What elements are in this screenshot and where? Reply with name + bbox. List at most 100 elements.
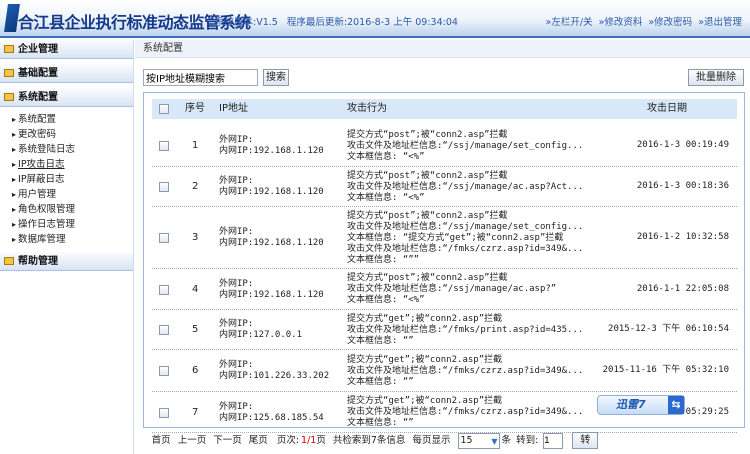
sidebar-section-enterprise[interactable]: 企业管理: [0, 40, 133, 59]
ip-cell: 外网IP: 内网IP:101.226.33.202: [219, 360, 329, 382]
pagination: 首页 上一页 下一页 尾页 页次: 1/1页 共检索到7条信息 每页显示 15 ▼ 条…: [0, 432, 750, 450]
batch-delete-button[interactable]: 批量删除: [688, 69, 744, 86]
toggle-sidebar-link[interactable]: »左栏开/关: [546, 17, 593, 28]
sidebar-section-help[interactable]: 帮助管理: [0, 252, 133, 271]
row-checkbox[interactable]: [159, 141, 169, 151]
external-ip: 外网IP:: [219, 135, 254, 145]
sidebar: 企业管理 基础配置 系统配置 系统配置更改密码系统登陆日志 IP攻击日志 IP屏蔽日…: [0, 40, 134, 454]
folder-icon: [4, 69, 14, 77]
action-line: 攻击文件及地址栏信息:“/fmks/czrz.asp?id=349&...: [347, 365, 584, 376]
action-line: 提交方式“get”;被“conn2.asp”拦截: [347, 313, 503, 324]
attack-date: 2016-1-2 10:32:58: [636, 232, 729, 242]
section-label: 基础配置: [18, 68, 58, 79]
sidebar-item[interactable]: 系统配置: [0, 112, 133, 127]
external-ip: 外网IP:: [219, 176, 254, 186]
sidebar-item[interactable]: IP屏蔽日志: [0, 172, 133, 187]
ip-cell: 外网IP: 内网IP:192.168.1.120: [219, 227, 324, 249]
sidebar-item-label: 系统登陆日志: [18, 144, 76, 155]
select-all-checkbox[interactable]: [159, 104, 169, 114]
action-cell: 提交方式“post”;被“conn2.asp”拦截 攻击文件及地址栏信息:“/ss…: [347, 273, 556, 306]
sidebar-item-label: 更改密码: [18, 129, 57, 140]
page-value: 1/1: [301, 435, 317, 446]
row-checkbox[interactable]: [159, 325, 169, 335]
table-row: 3 外网IP: 内网IP:192.168.1.120 提交方式“post”;被“con…: [152, 207, 737, 269]
sidebar-section-system[interactable]: 系统配置: [0, 88, 133, 107]
action-line: 提交方式“post”;被“conn2.asp”拦截: [347, 129, 508, 140]
action-line: 文本框信息: “<%”: [347, 295, 425, 305]
header-ip: IP地址: [219, 103, 248, 114]
total-count: 共检索到7条信息: [332, 435, 406, 446]
sidebar-item[interactable]: IP攻击日志: [0, 157, 133, 172]
sidebar-item[interactable]: 系统登陆日志: [0, 142, 133, 157]
search-button[interactable]: 搜索: [263, 69, 289, 86]
internal-ip: 内网IP:192.168.1.120: [219, 238, 324, 248]
sidebar-item[interactable]: 操作日志管理: [0, 217, 133, 232]
updated: 程序最后更新:2016-8-3 上午 09:34:04: [286, 17, 458, 28]
page-unit: 页: [316, 435, 326, 446]
attack-log-table: 序号 IP地址 攻击行为 攻击日期 1 外网IP: 内网IP:192.168.1.1…: [143, 92, 745, 433]
search-input[interactable]: [143, 69, 258, 86]
table-row: 2 外网IP: 内网IP:192.168.1.120 提交方式“post”;被“con…: [152, 167, 737, 207]
change-password-link[interactable]: »修改密码: [648, 17, 692, 28]
row-checkbox[interactable]: [159, 233, 169, 243]
header-no: 序号: [185, 103, 205, 114]
row-number: 7: [192, 406, 199, 418]
row-checkbox[interactable]: [159, 407, 169, 418]
action-line: 攻击文件及地址栏信息:“/fmks/czrz.asp?id=349&...: [347, 243, 584, 254]
internal-ip: 内网IP:101.226.33.202: [219, 371, 330, 381]
table-row: 5 外网IP: 内网IP:127.0.0.1 提交方式“get”;被“conn2.as…: [152, 310, 737, 350]
xunlei-label: 迅雷7: [616, 398, 646, 411]
ip-cell: 外网IP: 内网IP:192.168.1.120: [219, 279, 324, 301]
external-ip: 外网IP:: [219, 319, 254, 329]
action-line: 提交方式“get”;被“conn2.asp”拦截: [347, 396, 503, 406]
folder-icon: [4, 257, 14, 265]
row-checkbox[interactable]: [159, 366, 169, 376]
ip-cell: 外网IP: 内网IP:127.0.0.1: [219, 319, 302, 341]
sidebar-item[interactable]: 角色权限管理: [0, 202, 133, 217]
per-page-value: 15: [460, 434, 473, 446]
action-line: 攻击文件及地址栏信息:“/ssj/manage/ac.asp?Act...: [347, 181, 584, 192]
action-cell: 提交方式“post”;被“conn2.asp”拦截 攻击文件及地址栏信息:“/ss…: [347, 130, 583, 163]
action-line: 文本框信息: “”: [347, 418, 414, 428]
folder-icon: [4, 45, 14, 53]
edit-profile-link[interactable]: »修改资料: [599, 17, 643, 28]
header-action: 攻击行为: [347, 103, 387, 114]
first-page-link[interactable]: 首页: [152, 435, 171, 446]
sidebar-item[interactable]: 数据库管理: [0, 232, 133, 247]
xunlei-float-badge[interactable]: 迅雷7 ⇆: [597, 395, 685, 415]
table-header: 序号 IP地址 攻击行为 攻击日期: [152, 99, 737, 119]
attack-date: 2015-12-3 下午 06:10:54: [608, 324, 729, 334]
row-number: 2: [192, 181, 199, 192]
table-row: 6 外网IP: 内网IP:101.226.33.202 提交方式“get”;被“con…: [152, 350, 737, 392]
external-ip: 外网IP:: [219, 227, 254, 237]
sidebar-item[interactable]: 更改密码: [0, 127, 133, 142]
goto-page-input[interactable]: [543, 432, 564, 449]
row-checkbox[interactable]: [159, 182, 169, 192]
next-page-link[interactable]: 下一页: [213, 435, 242, 446]
ip-cell: 外网IP: 内网IP:192.168.1.120: [219, 176, 324, 198]
sidebar-item-label: 系统配置: [18, 114, 57, 125]
section-label: 系统配置: [18, 92, 58, 103]
prev-page-link[interactable]: 上一页: [178, 435, 207, 446]
version: 系统版本:V1.5: [215, 17, 278, 28]
last-page-link[interactable]: 尾页: [249, 435, 268, 446]
page-label: 页次: 1/1页: [275, 435, 326, 446]
goto-label: 转到:: [516, 435, 539, 446]
table-row: 4 外网IP: 内网IP:192.168.1.120 提交方式“post”;被“con…: [152, 269, 737, 310]
breadcrumb: 系统配置: [135, 40, 750, 58]
per-page-label: 每页显示: [412, 435, 451, 446]
action-line: 提交方式“post”;被“conn2.asp”拦截: [347, 170, 508, 181]
internal-ip: 内网IP:192.168.1.120: [219, 289, 324, 300]
action-cell: 提交方式“get”;被“conn2.asp”拦截 攻击文件及地址栏信息:“/fmk…: [347, 396, 583, 429]
goto-button[interactable]: 转: [572, 432, 599, 449]
row-checkbox[interactable]: [159, 284, 169, 295]
per-page-select[interactable]: 15 ▼: [457, 432, 500, 449]
folder-icon: [4, 93, 14, 101]
sidebar-item[interactable]: 用户管理: [0, 187, 133, 202]
sidebar-section-basic[interactable]: 基础配置: [0, 64, 133, 83]
action-cell: 提交方式“post”;被“conn2.asp”拦截 攻击文件及地址栏信息:“/ss…: [347, 211, 583, 266]
sidebar-item-label: 操作日志管理: [18, 219, 76, 230]
action-cell: 提交方式“get”;被“conn2.asp”拦截 攻击文件及地址栏信息:“/fmk…: [347, 355, 583, 388]
logout-link[interactable]: »退出管理: [698, 17, 742, 28]
per-page-unit: 条: [501, 435, 512, 446]
